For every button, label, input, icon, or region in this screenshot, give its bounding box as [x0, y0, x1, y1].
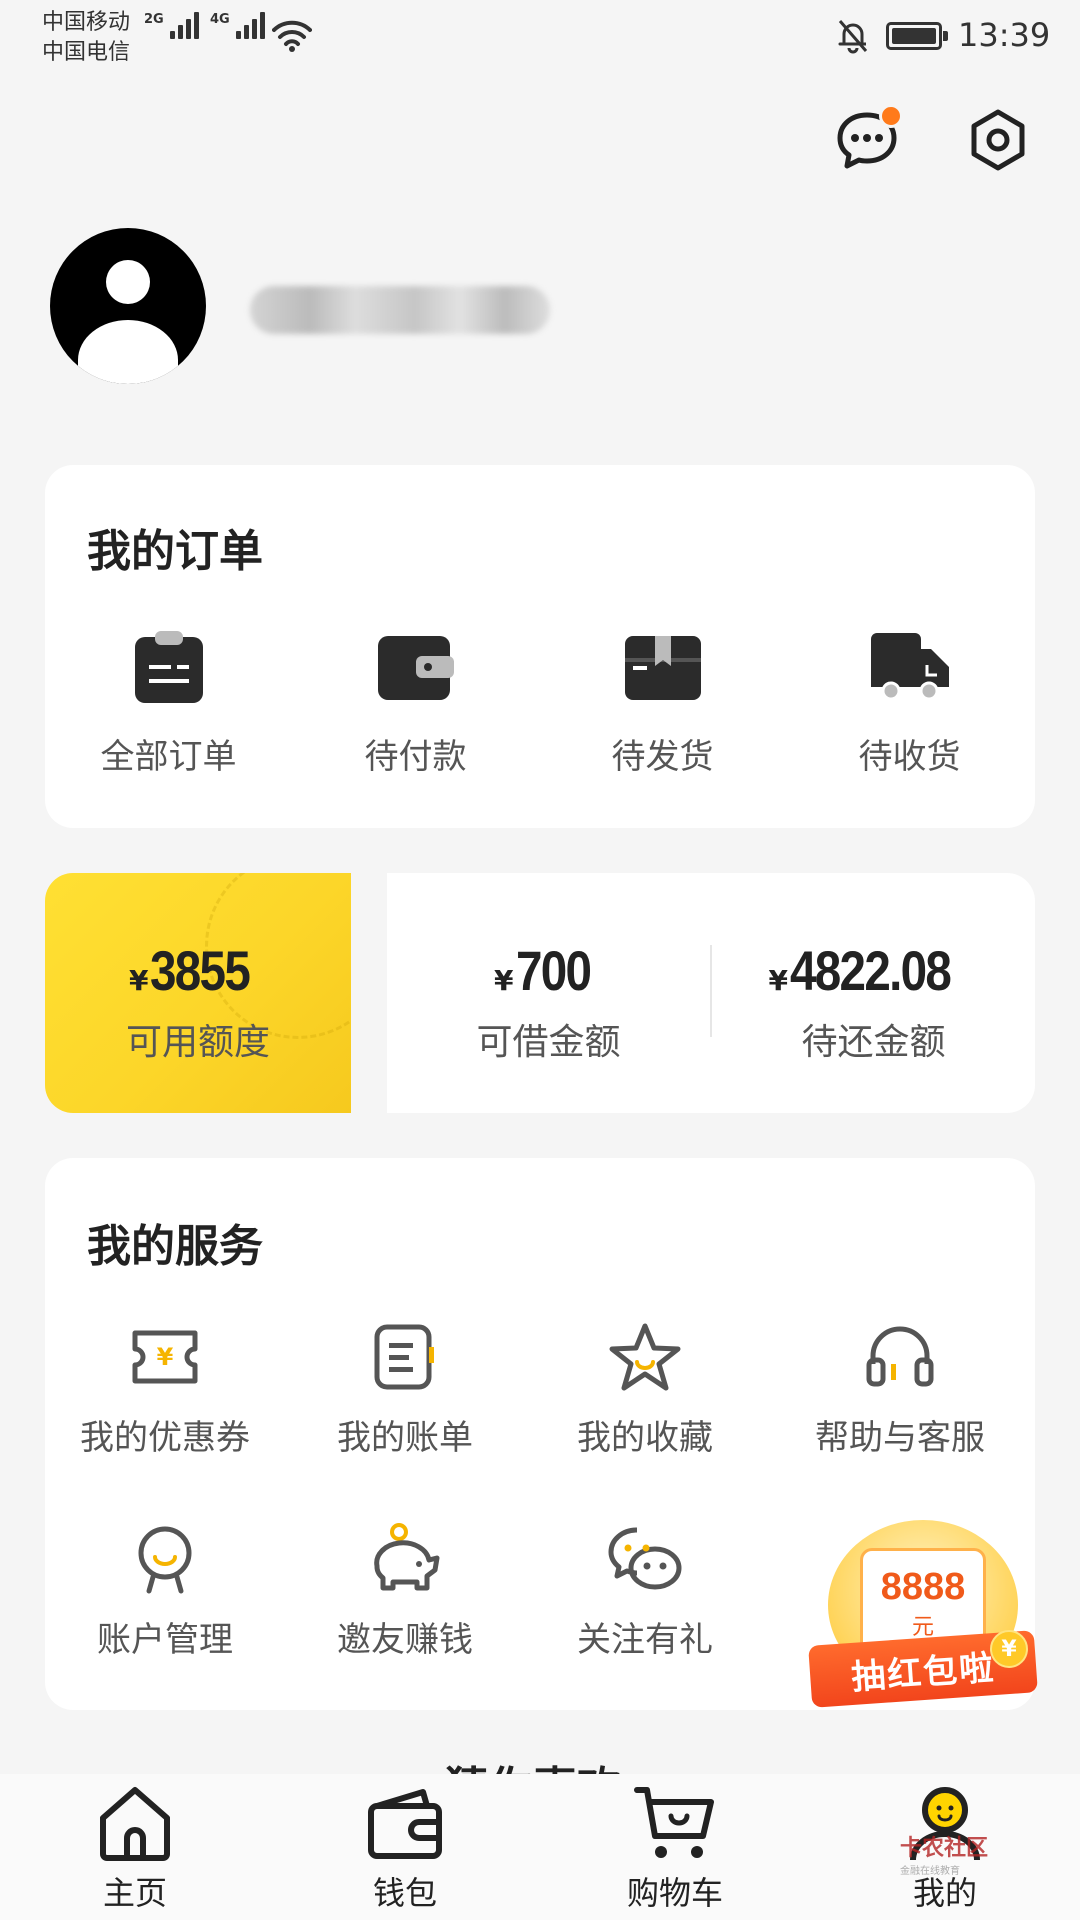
service-account-button[interactable]: 账户管理: [45, 1520, 285, 1661]
service-favorites-button[interactable]: 我的收藏: [525, 1318, 765, 1459]
borrowable-amount[interactable]: ¥ 700 可借金额: [387, 938, 710, 1065]
repay-currency: ¥: [768, 964, 789, 997]
orders-grid: 全部订单 待付款 待发货 待收货: [45, 625, 1035, 778]
borrowable-currency: ¥: [494, 964, 514, 997]
account-icon: [138, 1526, 192, 1594]
order-pending-shipment-label: 待发货: [611, 737, 714, 777]
order-pending-receipt-button[interactable]: 待收货: [786, 625, 1033, 778]
status-bar: 中国移动 中国电信 2G 4G 13:39: [0, 0, 1080, 80]
promo-title: 抽红包啦: [850, 1647, 997, 1698]
settings-button[interactable]: [958, 100, 1038, 180]
repay-label: 待还金额: [801, 1022, 946, 1063]
package-icon: [624, 636, 701, 700]
available-currency: ¥: [128, 964, 149, 997]
coupon-icon: ¥: [132, 1330, 198, 1384]
status-time: 13:39: [958, 16, 1051, 54]
services-title: 我的服务: [87, 1221, 263, 1272]
order-pending-payment-label: 待付款: [364, 737, 467, 777]
carrier-2: 中国电信: [42, 40, 131, 65]
service-coupon-button[interactable]: ¥ 我的优惠券: [45, 1318, 285, 1459]
service-coupon-label: 我的优惠券: [80, 1418, 250, 1458]
headset-icon: [866, 1326, 934, 1387]
wifi-icon: [272, 20, 312, 52]
star-icon: [609, 1323, 681, 1391]
message-button[interactable]: [827, 100, 907, 180]
service-bill-label: 我的账单: [337, 1418, 473, 1458]
red-packet-promo[interactable]: 8888 元 抽红包啦 ¥: [808, 1520, 1038, 1720]
repay-amount[interactable]: ¥ 4822.08 待还金额: [712, 938, 1035, 1065]
order-all-label: 全部订单: [100, 737, 237, 777]
tab-home-label: 主页: [102, 1874, 167, 1912]
wallet-icon: [377, 636, 454, 700]
kanong-watermark: 卡农社区 金融在线教育: [900, 1830, 988, 1877]
username-redacted: [250, 286, 550, 334]
carrier-1: 中国移动: [42, 10, 131, 35]
home-icon: [100, 1787, 170, 1861]
service-invite-label: 邀友赚钱: [337, 1620, 473, 1660]
tab-wallet[interactable]: 钱包: [270, 1774, 540, 1920]
svg-text:¥: ¥: [157, 1343, 174, 1371]
signal-2g-icon: 2G: [144, 12, 199, 39]
avatar[interactable]: [50, 228, 206, 384]
clipboard-icon: [134, 631, 203, 703]
unread-badge: [879, 104, 903, 128]
avatar-body: [78, 320, 178, 384]
service-bill-button[interactable]: 我的账单: [285, 1318, 525, 1459]
tab-home[interactable]: 主页: [0, 1774, 270, 1920]
order-all-button[interactable]: 全部订单: [45, 625, 292, 778]
service-help-label: 帮助与客服: [815, 1418, 985, 1458]
watermark-main: 卡农社区: [900, 1836, 989, 1861]
order-pending-shipment-button[interactable]: 待发货: [539, 625, 786, 778]
borrowable-label: 可借金额: [476, 1022, 621, 1063]
orders-card: 我的订单 全部订单 待付款 待发货 待收货: [45, 465, 1035, 828]
service-favorites-label: 我的收藏: [577, 1418, 713, 1458]
hexagon-settings-icon: [971, 109, 1025, 171]
tab-cart[interactable]: 购物车: [540, 1774, 810, 1920]
service-invite-button[interactable]: 邀友赚钱: [285, 1520, 525, 1661]
watermark-sub: 金融在线教育: [900, 1866, 960, 1877]
services-row-1: ¥ 我的优惠券 我的账单 我的收藏 帮助与客服: [45, 1318, 1035, 1459]
order-pending-receipt-label: 待收货: [858, 737, 961, 777]
bill-icon: [374, 1324, 434, 1390]
orders-title: 我的订单: [87, 526, 263, 577]
battery-icon: [886, 22, 948, 50]
piggy-bank-icon: [374, 1523, 440, 1591]
wallet-icon: [368, 1789, 442, 1859]
service-follow-label: 关注有礼: [577, 1620, 713, 1660]
signal-4g-icon: 4G: [210, 12, 265, 39]
available-value: 3855: [150, 939, 251, 1002]
available-credit: ¥ 3855 可用额度: [45, 938, 351, 1065]
coin-icon: ¥: [990, 1630, 1028, 1668]
tab-wallet-label: 钱包: [372, 1874, 437, 1912]
borrowable-value: 700: [515, 939, 592, 1002]
avatar-head: [106, 260, 150, 304]
repay-value: 4822.08: [790, 939, 952, 1002]
wechat-icon: [608, 1527, 682, 1590]
tab-cart-label: 购物车: [626, 1874, 723, 1912]
bell-muted-icon: [838, 20, 868, 54]
order-pending-payment-button[interactable]: 待付款: [292, 625, 539, 778]
promo-amount: 8888: [880, 1565, 966, 1608]
carrier-labels: 中国移动 中国电信: [42, 8, 130, 68]
promo-unit: 元: [911, 1614, 934, 1640]
truck-icon: [870, 633, 949, 701]
cart-icon: [634, 1787, 714, 1858]
service-account-label: 账户管理: [97, 1620, 233, 1660]
service-help-button[interactable]: 帮助与客服: [765, 1318, 1035, 1459]
service-follow-button[interactable]: 关注有礼: [525, 1520, 765, 1661]
available-label: 可用额度: [125, 1022, 270, 1063]
